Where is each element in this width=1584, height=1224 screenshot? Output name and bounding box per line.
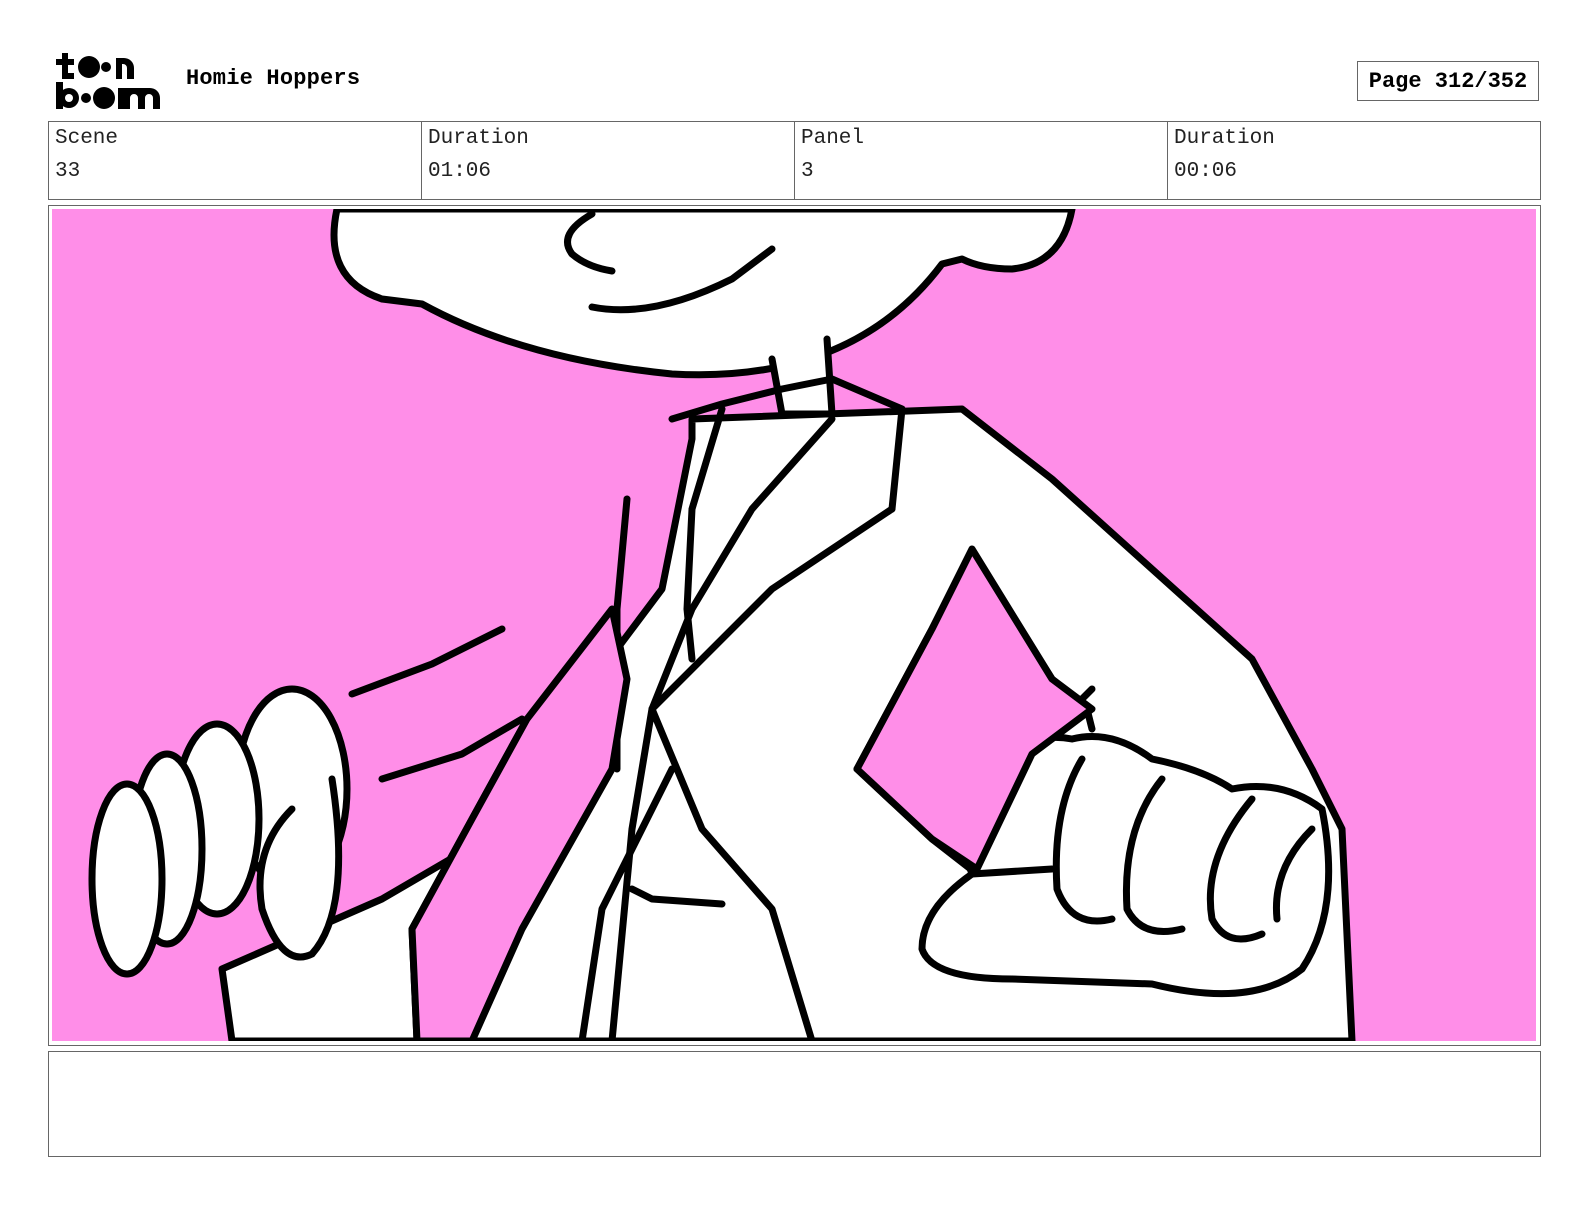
panel-duration-value: 00:06 [1174,160,1238,183]
panel-duration-label: Duration [1174,127,1275,150]
panel-notes-box [48,1051,1541,1157]
panel-cell: Panel 3 [795,122,1168,199]
scene-cell: Scene 33 [49,122,422,199]
scene-label: Scene [55,127,119,150]
panel-drawing [52,209,1536,1041]
toon-boom-logo [52,50,164,112]
scene-duration-label: Duration [428,127,529,150]
panel-duration-cell: Duration 00:06 [1168,122,1540,199]
scene-duration-cell: Duration 01:06 [422,122,795,199]
panel-value: 3 [801,160,814,183]
scene-info-row: Scene 33 Duration 01:06 Panel 3 Duration… [48,121,1541,200]
panel-label: Panel [801,127,865,150]
page-indicator: Page 312/352 [1357,61,1539,101]
project-title: Homie Hoppers [186,66,361,91]
storyboard-panel [48,205,1541,1046]
scene-duration-value: 01:06 [428,160,492,183]
scene-value: 33 [55,160,81,183]
